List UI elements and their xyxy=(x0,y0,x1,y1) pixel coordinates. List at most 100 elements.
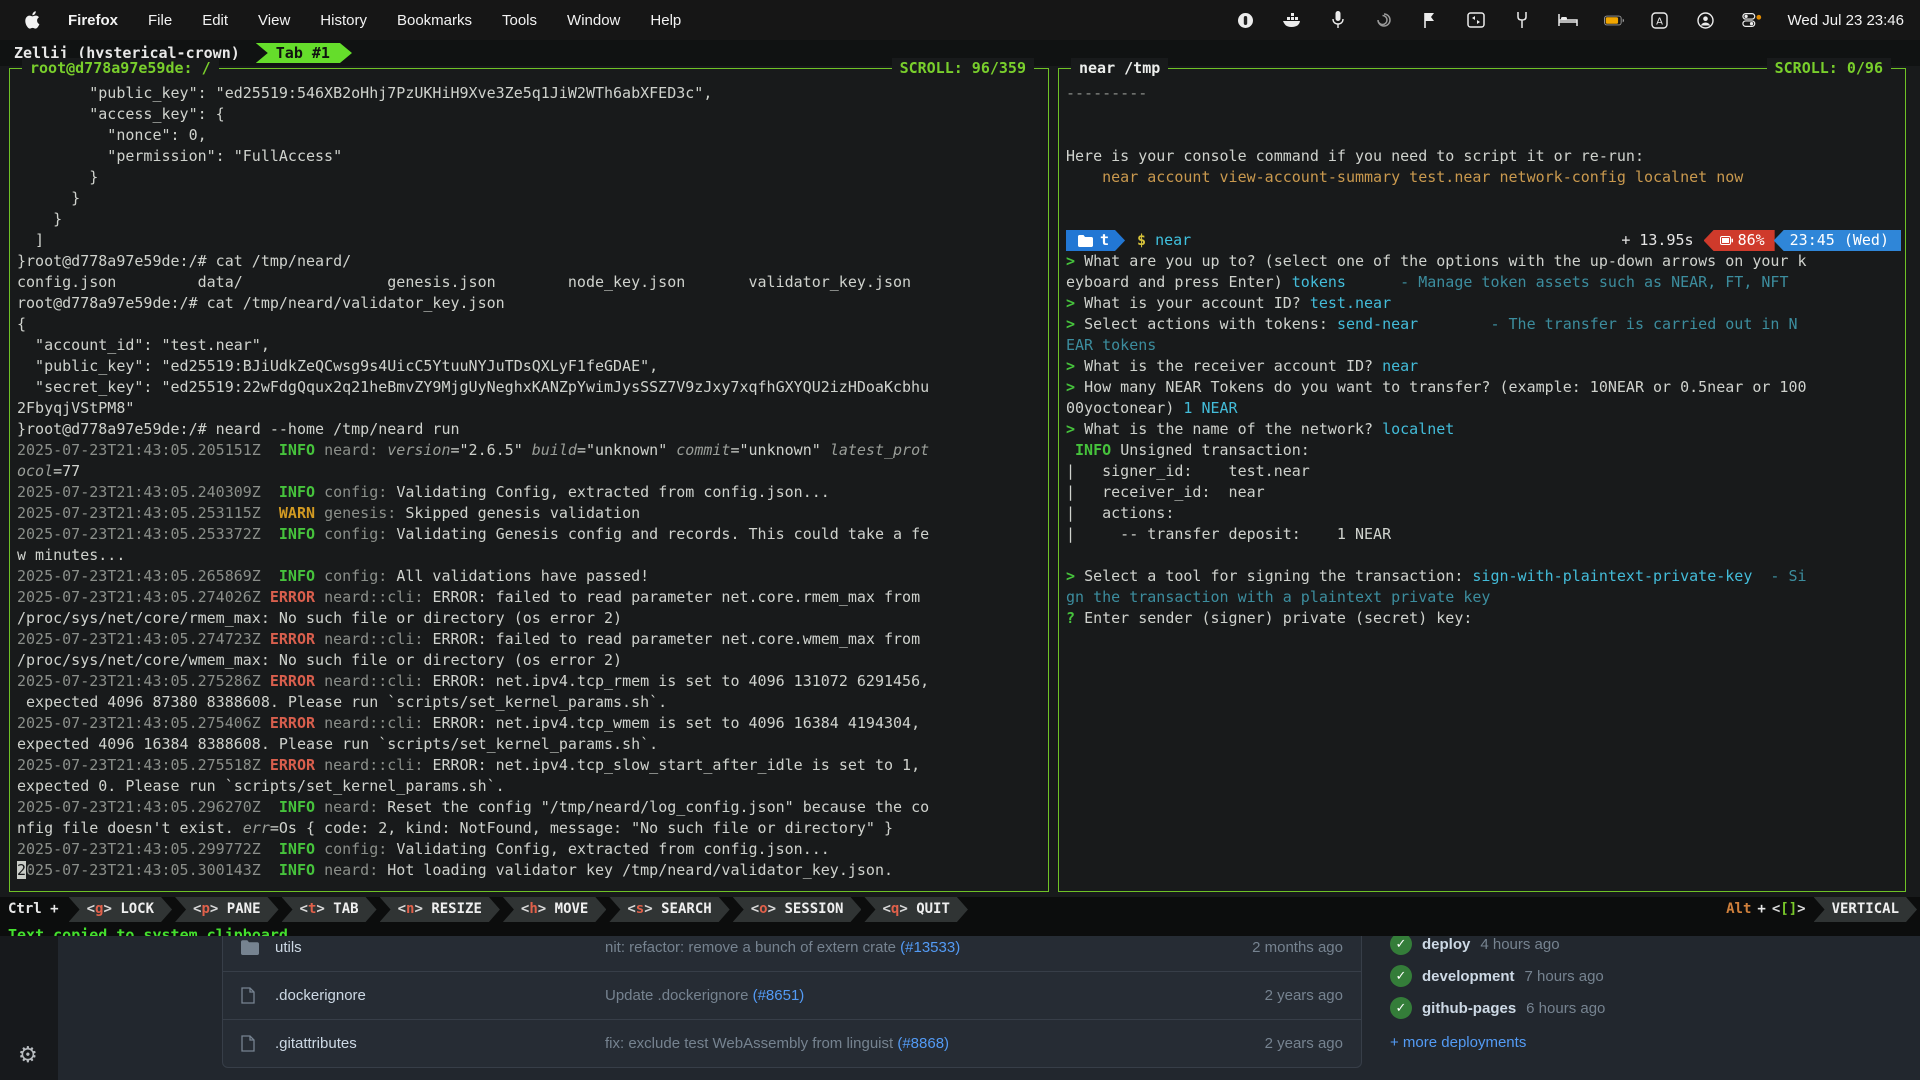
menu-edit[interactable]: Edit xyxy=(202,12,228,29)
file-name[interactable]: .dockerignore xyxy=(275,987,605,1004)
keybind-lock: <g> LOCK xyxy=(69,897,172,922)
menu-file[interactable]: File xyxy=(148,12,172,29)
file-row-utils[interactable]: utilsnit: refactor: remove a bunch of ex… xyxy=(223,936,1361,971)
terminal-line: 2025-07-23T21:43:05.205151Z INFO neard: … xyxy=(17,440,1046,461)
left-pane-content: "public_key": "ed25519:546XB2oHhj7PzUKHi… xyxy=(17,83,1046,889)
check-icon: ✓ xyxy=(1390,997,1412,1019)
right-pane-content: --------- Here is your console command i… xyxy=(1066,83,1903,889)
pr-link[interactable]: (#8868) xyxy=(897,1035,949,1052)
zellij-status-bar: Ctrl + <g> LOCK<p> PANE<t> TAB<n> RESIZE… xyxy=(0,897,1920,922)
commit-age: 2 months ago xyxy=(1213,939,1343,956)
pr-link[interactable]: (#8651) xyxy=(753,987,805,1004)
terminal-line xyxy=(1066,545,1903,566)
terminal-line: "account_id": "test.near", xyxy=(17,335,1046,356)
docker-icon[interactable] xyxy=(1282,10,1302,30)
github-file-table: utilsnit: refactor: remove a bunch of ex… xyxy=(222,936,1362,1068)
terminal-line: "secret_key": "ed25519:22wFdgQqux2q21heB… xyxy=(17,377,1046,398)
terminal-line: 2025-07-23T21:43:05.265869Z INFO config:… xyxy=(17,566,1046,587)
menu-window[interactable]: Window xyxy=(567,12,620,29)
swirl-icon[interactable] xyxy=(1374,10,1394,30)
terminal-line xyxy=(1066,188,1903,209)
terminal-line xyxy=(1066,104,1903,125)
screen-share-icon[interactable] xyxy=(1466,10,1486,30)
battery-small-icon xyxy=(1720,236,1733,245)
deployment-age: 4 hours ago xyxy=(1480,936,1559,953)
active-app-name[interactable]: Firefox xyxy=(68,12,118,29)
menubar-clock[interactable]: Wed Jul 23 23:46 xyxy=(1788,12,1904,29)
input-source-icon[interactable]: A xyxy=(1650,10,1670,30)
terminal-line: | signer_id: test.near xyxy=(1066,461,1903,482)
terminal-line: INFO Unsigned transaction: xyxy=(1066,440,1903,461)
deployment-deploy[interactable]: ✓deploy4 hours ago xyxy=(1390,936,1720,960)
menu-view[interactable]: View xyxy=(258,12,290,29)
pr-link[interactable]: (#13533) xyxy=(900,939,960,956)
terminal-line: Here is your console command if you need… xyxy=(1066,146,1903,167)
keybind-move: <h> MOVE xyxy=(503,897,606,922)
left-pane-scroll-indicator: SCROLL: 96/359 xyxy=(892,58,1034,79)
terminal-line: | actions: xyxy=(1066,503,1903,524)
bed-icon[interactable] xyxy=(1558,10,1578,30)
terminal-line: expected 4096 87380 8388608. Please run … xyxy=(17,692,1046,713)
zellij-keybind-segments: <g> LOCK<p> PANE<t> TAB<n> RESIZE<h> MOV… xyxy=(69,897,971,922)
file-row-dockerignore[interactable]: .dockerignoreUpdate .dockerignore (#8651… xyxy=(223,971,1361,1019)
microphone-icon[interactable] xyxy=(1328,10,1348,30)
file-name[interactable]: .gitattributes xyxy=(275,1035,605,1052)
terminal-line: > What is the name of the network? local… xyxy=(1066,419,1903,440)
terminal-line: expected 0. Please run `scripts/set_kern… xyxy=(17,776,1046,797)
prompt-dollar: $ xyxy=(1137,230,1146,251)
more-deployments-link[interactable]: + more deployments xyxy=(1390,1034,1720,1051)
file-icon xyxy=(241,1035,261,1052)
deployment-github-pages[interactable]: ✓github-pages6 hours ago xyxy=(1390,992,1720,1024)
commit-message[interactable]: Update .dockerignore (#8651) xyxy=(605,987,1213,1004)
terminal-line: EAR tokens xyxy=(1066,335,1903,356)
terminal-line: > What is the receiver account ID? near xyxy=(1066,356,1903,377)
apple-icon[interactable] xyxy=(22,10,42,30)
shell-prompt-row: t $ near + 13.95s 86% 23:45 (Wed) xyxy=(1066,230,1903,251)
terminal-line: 2025-07-23T21:43:05.296270Z INFO neard: … xyxy=(17,797,1046,818)
deployment-development[interactable]: ✓development7 hours ago xyxy=(1390,960,1720,992)
menu-help[interactable]: Help xyxy=(650,12,681,29)
battery-icon[interactable] xyxy=(1604,10,1624,30)
keybind-prefix: Ctrl + xyxy=(0,897,69,922)
left-terminal-pane[interactable]: root@d778a97e59de: / SCROLL: 96/359 "pub… xyxy=(9,68,1049,892)
flag-icon[interactable] xyxy=(1420,10,1440,30)
time-badge: 23:45 (Wed) xyxy=(1774,230,1901,251)
terminal-line: 00yoctonear) 1 NEAR xyxy=(1066,398,1903,419)
deployment-name: deploy xyxy=(1422,936,1470,953)
terminal-line: w minutes... xyxy=(17,545,1046,566)
menu-tools[interactable]: Tools xyxy=(502,12,537,29)
commit-message[interactable]: nit: refactor: remove a bunch of extern … xyxy=(605,939,1213,956)
toggles-icon[interactable] xyxy=(1742,10,1762,30)
fork-icon[interactable] xyxy=(1512,10,1532,30)
zellij-tab-1[interactable]: Tab #1 xyxy=(256,43,352,63)
keybind-quit: <q> QUIT xyxy=(864,897,967,922)
terminal-line: ] xyxy=(17,230,1046,251)
user-icon[interactable] xyxy=(1696,10,1716,30)
browser-page-background: ⚙ utilsnit: refactor: remove a bunch of … xyxy=(0,936,1920,1080)
terminal-line: ocol=77 xyxy=(17,461,1046,482)
svg-text:A: A xyxy=(1656,16,1663,27)
record-icon[interactable] xyxy=(1236,10,1256,30)
terminal-line: "permission": "FullAccess" xyxy=(17,146,1046,167)
file-icon xyxy=(241,987,261,1004)
terminal-line: 2025-07-23T21:43:05.253115Z WARN genesis… xyxy=(17,503,1046,524)
terminal-line: /proc/sys/net/core/wmem_max: No such fil… xyxy=(17,650,1046,671)
prompt-directory-badge: t xyxy=(1066,230,1125,251)
commit-message[interactable]: fix: exclude test WebAssembly from lingu… xyxy=(605,1035,1213,1052)
menu-history[interactable]: History xyxy=(320,12,367,29)
battery-badge: 86% xyxy=(1704,230,1775,251)
right-terminal-pane[interactable]: near /tmp SCROLL: 0/96 --------- Here is… xyxy=(1058,68,1906,892)
deployment-list: ✓ deploy 4 hours ago ✓development7 hours ag… xyxy=(1390,936,1720,1024)
file-name[interactable]: utils xyxy=(275,939,605,956)
menu-bookmarks[interactable]: Bookmarks xyxy=(397,12,472,29)
terminal-line: 2FbyqjVStPM8" xyxy=(17,398,1046,419)
terminal-line: expected 4096 16384 8388608. Please run … xyxy=(17,734,1046,755)
keybind-resize: <n> RESIZE xyxy=(380,897,500,922)
gear-icon[interactable]: ⚙ xyxy=(18,1042,38,1068)
command-duration: + 13.95s xyxy=(1621,230,1693,251)
keybind-search: <s> SEARCH xyxy=(609,897,729,922)
terminal-line: near account view-account-summary test.n… xyxy=(1066,167,1903,188)
keybind-vertical: VERTICAL xyxy=(1814,897,1917,922)
macos-menubar: Firefox File Edit View History Bookmarks Tool… xyxy=(0,0,1920,40)
file-row-gitattributes[interactable]: .gitattributesfix: exclude test WebAssem… xyxy=(223,1019,1361,1067)
